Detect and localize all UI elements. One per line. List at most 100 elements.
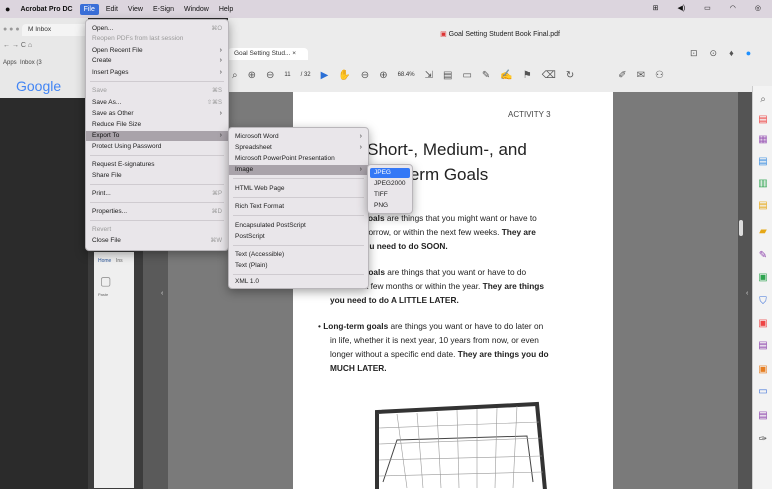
menu-insert-pages[interactable]: Insert Pages › (86, 68, 228, 78)
menu-create[interactable]: Create › (86, 56, 228, 66)
trash-icon[interactable]: ⌫ (542, 70, 556, 81)
edit-pdf-icon[interactable]: ▤ (757, 200, 769, 212)
create-pdf-icon[interactable]: ▤ (757, 114, 769, 126)
select-icon[interactable]: ▶ (321, 70, 329, 81)
zoom-in-icon[interactable]: ⊕ (379, 70, 387, 81)
zoom-field[interactable]: 68.4% (398, 72, 415, 78)
menu-properties[interactable]: Properties... ⌘D (86, 207, 228, 217)
file-menu[interactable]: File (79, 3, 99, 15)
export-pdf-icon[interactable]: ▤ (757, 156, 769, 168)
export-rtf[interactable]: Rich Text Format (229, 202, 368, 212)
scroll-mode-icon[interactable]: ▤ (443, 70, 452, 81)
share-icon[interactable]: ⊡ (690, 48, 698, 59)
status-area: ⊞ ◀) ▭ ◠ ◎ (648, 4, 766, 12)
combine-icon[interactable]: ▦ (757, 134, 769, 146)
bookmark-inbox[interactable]: Inbox (3 (20, 60, 42, 66)
menu-export-to[interactable]: Export To › (86, 131, 228, 141)
prepare-form-icon[interactable]: ▤ (757, 340, 769, 352)
stamp-icon[interactable]: ⚑ (523, 70, 532, 81)
export-xml[interactable]: XML 1.0 (229, 277, 368, 287)
fit-icon[interactable]: ⇲ (425, 70, 433, 81)
apple-icon[interactable]: ● (5, 4, 10, 14)
edit-text-icon[interactable]: ✐ (618, 70, 626, 81)
menu-request-esign[interactable]: Request E-signatures (86, 160, 228, 170)
shortcut: ⌘S (211, 88, 222, 94)
right-collapse-bar[interactable]: ‹ (738, 92, 752, 489)
sign-icon[interactable]: ✍ (500, 70, 512, 81)
wifi-icon[interactable]: ◠ (730, 4, 736, 12)
volume-icon[interactable]: ◀) (677, 4, 685, 12)
print-production-icon[interactable]: ▤ (757, 410, 769, 422)
zoom-tool-icon[interactable]: ⌕ (757, 94, 769, 106)
document-tab[interactable]: Goal Setting Stud... × (228, 48, 308, 60)
battery-icon[interactable]: ▭ (704, 4, 711, 12)
compare-icon[interactable]: ▭ (757, 386, 769, 398)
menu-separator (233, 245, 364, 246)
fill-sign-icon[interactable]: ✎ (757, 250, 769, 262)
export-spreadsheet[interactable]: Spreadsheet › (229, 143, 368, 153)
export-postscript[interactable]: PostScript (229, 232, 368, 242)
edit-menu[interactable]: Edit (106, 6, 118, 13)
page-down-icon[interactable]: ⊖ (266, 70, 274, 81)
page-number-field[interactable]: 11 (284, 72, 290, 78)
image-png[interactable]: PNG (368, 201, 412, 211)
image-tiff[interactable]: TIFF (368, 190, 412, 200)
export-eps[interactable]: Encapsulated PostScript (229, 221, 368, 231)
mail-icon[interactable]: ✉ (637, 70, 645, 81)
export-powerpoint[interactable]: Microsoft PowerPoint Presentation (229, 154, 368, 164)
app-name-menu[interactable]: Acrobat Pro DC (20, 6, 72, 13)
export-rtf-label: Rich Text Format (235, 203, 285, 210)
esign-menu[interactable]: E-Sign (153, 6, 174, 13)
export-text-plain[interactable]: Text (Plain) (229, 261, 368, 271)
shortcut: ⌘D (211, 209, 222, 215)
menu-save-as-other[interactable]: Save as Other › (86, 109, 228, 119)
hand-icon[interactable]: ✋ (338, 70, 350, 81)
bookmark-apps[interactable]: Apps (3, 60, 17, 66)
avatar[interactable]: ● (746, 48, 751, 59)
menu-share-file[interactable]: Share File (86, 171, 228, 181)
p1-bold-b: They are (501, 227, 536, 237)
pen-icon[interactable]: ✎ (482, 70, 490, 81)
optimize-icon[interactable]: ▣ (757, 364, 769, 376)
window-menu[interactable]: Window (184, 6, 209, 13)
protect-icon[interactable]: ⛉ (757, 296, 769, 308)
more-tools-icon[interactable]: ✑ (757, 434, 769, 446)
p1-line1: rm goals are things that you might want … (350, 213, 537, 223)
more-icon[interactable]: ⚇ (655, 70, 664, 81)
scroll-handle[interactable] (739, 220, 743, 236)
close-icon[interactable]: × (292, 50, 296, 57)
export-html[interactable]: HTML Web Page (229, 184, 368, 194)
menu-protect-password[interactable]: Protect Using Password (86, 142, 228, 152)
menu-save-as[interactable]: Save As... ⇧⌘S (86, 98, 228, 108)
nav-arrows-icon[interactable]: ← → C ⌂ (3, 42, 32, 49)
menu-reduce-size[interactable]: Reduce File Size (86, 120, 228, 130)
help-icon[interactable]: ⊙ (710, 48, 718, 59)
menu-close-file[interactable]: Close File ⌘W (86, 236, 228, 246)
menu-open-recent[interactable]: Open Recent File › (86, 46, 228, 56)
zoom-out-icon[interactable]: ⊖ (361, 70, 369, 81)
control-center-icon[interactable]: ⊞ (653, 4, 659, 12)
redact-icon[interactable]: ▣ (757, 318, 769, 330)
menu-print[interactable]: Print... ⌘P (86, 189, 228, 199)
page-up-icon[interactable]: ⊕ (248, 70, 256, 81)
menu-extra-icon[interactable]: ◎ (755, 4, 761, 12)
window-controls[interactable]: ● ● ● (3, 26, 20, 33)
export-image[interactable]: Image › (229, 165, 368, 175)
image-jpeg[interactable]: JPEG (370, 168, 410, 178)
image-jpeg2000[interactable]: JPEG2000 (368, 179, 412, 189)
export-text-accessible[interactable]: Text (Accessible) (229, 250, 368, 260)
p2-line3: you need to do A LITTLE LATER. (330, 295, 459, 305)
menu-separator (90, 184, 224, 185)
scan-icon[interactable]: ▣ (757, 272, 769, 284)
help-menu[interactable]: Help (219, 6, 233, 13)
browser-tab[interactable]: M Inbox (22, 24, 88, 36)
menu-open[interactable]: Open... ⌘O (86, 24, 228, 34)
rotate-icon[interactable]: ↻ (566, 70, 574, 81)
export-word[interactable]: Microsoft Word › (229, 132, 368, 142)
comment-tool-icon[interactable]: ▰ (757, 226, 769, 238)
search-icon[interactable]: ⌕ (232, 70, 238, 81)
view-menu[interactable]: View (128, 6, 143, 13)
organize-icon[interactable]: ▥ (757, 178, 769, 190)
comment-icon[interactable]: ▭ (462, 70, 471, 81)
bell-icon[interactable]: ♦ (729, 48, 734, 59)
